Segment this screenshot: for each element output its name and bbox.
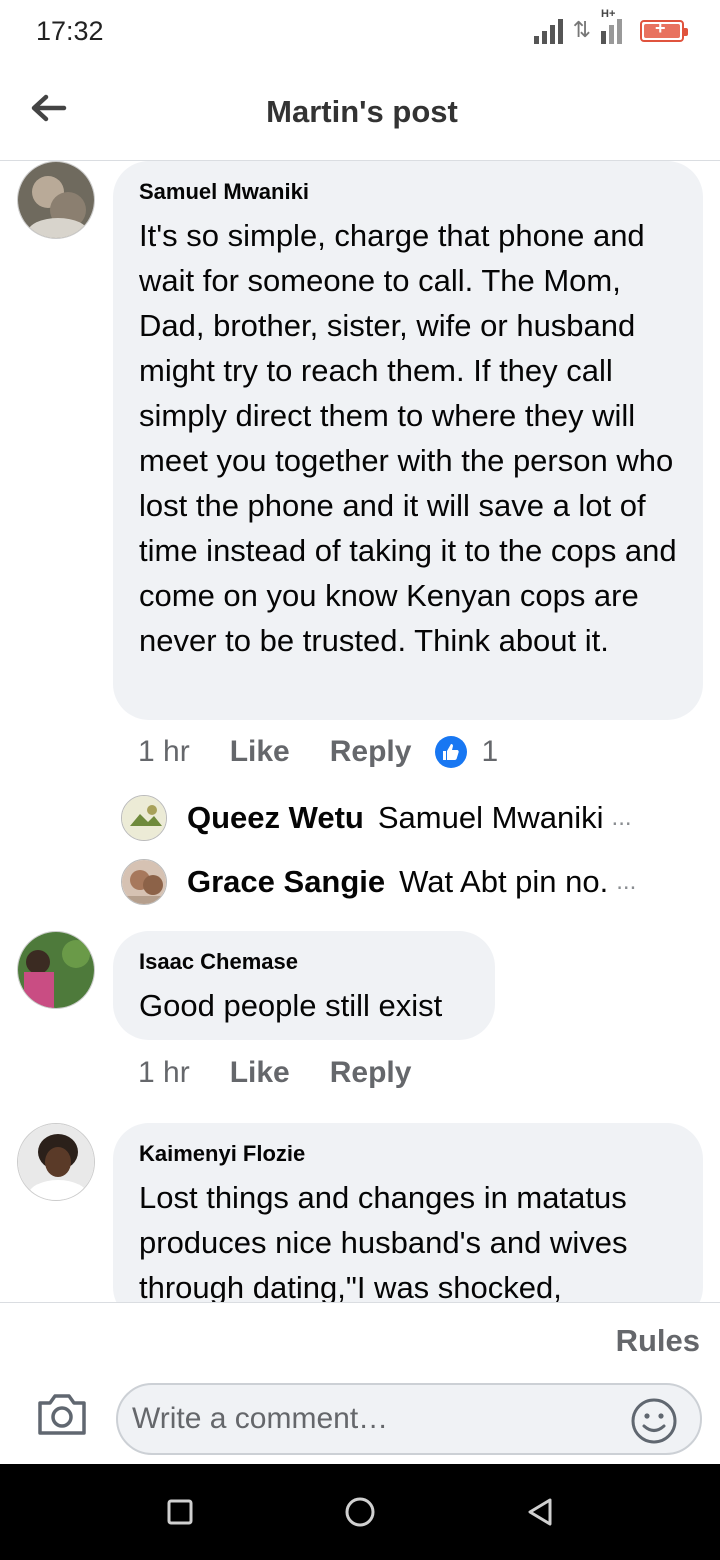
- reply-ellipsis: ...: [616, 868, 637, 895]
- avatar[interactable]: [17, 1123, 95, 1201]
- avatar[interactable]: [17, 931, 95, 1009]
- rules-link[interactable]: Rules: [616, 1323, 700, 1359]
- comment-text: Good people still exist: [139, 988, 443, 1023]
- comment-time: 1 hr: [138, 1056, 190, 1089]
- reply-author: Queez Wetu: [187, 800, 364, 835]
- nav-triangle-icon[interactable]: [524, 1496, 556, 1528]
- signal-icon: [533, 18, 563, 44]
- comment-time: 1 hr: [138, 735, 190, 768]
- like-button[interactable]: Like: [230, 735, 290, 769]
- comment-bubble: Isaac Chemase Good people still exist: [113, 931, 495, 1040]
- comment-text: Lost things and changes in matatus produ…: [139, 1180, 628, 1305]
- comment-composer: Rules Write a comment…: [0, 1302, 720, 1464]
- comment-author[interactable]: Samuel Mwaniki: [139, 179, 677, 205]
- comment-bubble: Kaimenyi Flozie Lost things and changes …: [113, 1123, 703, 1323]
- comment-input[interactable]: Write a comment…: [116, 1383, 702, 1455]
- like-button[interactable]: Like: [230, 1056, 290, 1090]
- nav-square-icon[interactable]: [164, 1496, 196, 1528]
- comment-text: It's so simple, charge that phone and wa…: [139, 218, 677, 658]
- like-reaction-icon: [435, 736, 468, 768]
- emoji-icon[interactable]: [630, 1397, 678, 1445]
- reaction-count: 1: [481, 735, 499, 768]
- post-header: Martin's post: [0, 66, 720, 161]
- page-title: Martin's post: [266, 94, 458, 129]
- comment-bubble: Samuel Mwaniki It's so simple, charge th…: [113, 161, 703, 720]
- avatar[interactable]: [17, 161, 95, 239]
- reply-text: Samuel Mwaniki: [377, 800, 604, 835]
- comment-actions: 1 hr Like Reply: [138, 1056, 411, 1090]
- camera-icon[interactable]: [36, 1391, 88, 1437]
- status-time: 17:32: [36, 16, 104, 46]
- reaction-summary[interactable]: 1: [435, 735, 498, 769]
- system-nav-bar: [0, 1464, 720, 1560]
- status-bar: 17:32 ⇅ H+ +: [0, 0, 720, 66]
- reply-button[interactable]: Reply: [330, 735, 412, 769]
- nav-circle-icon[interactable]: [344, 1496, 376, 1528]
- reply-preview[interactable]: Grace Sangie Wat Abt pin no. ...: [121, 859, 636, 905]
- reply-button[interactable]: Reply: [330, 1056, 412, 1090]
- comment-actions: 1 hr Like Reply 1: [138, 735, 498, 769]
- comment-author[interactable]: Kaimenyi Flozie: [139, 1141, 677, 1167]
- status-icons: ⇅ H+ +: [533, 8, 688, 44]
- comment-input-placeholder: Write a comment…: [132, 1402, 389, 1435]
- reply-ellipsis: ...: [611, 804, 632, 831]
- signal-hplus-icon: H+: [601, 8, 630, 44]
- avatar: [121, 859, 167, 905]
- data-arrows-icon: ⇅: [572, 18, 591, 43]
- reply-author: Grace Sangie: [187, 864, 386, 899]
- reply-text: Wat Abt pin no.: [399, 864, 609, 899]
- comment-author[interactable]: Isaac Chemase: [139, 949, 469, 975]
- reply-preview[interactable]: Queez Wetu Samuel Mwaniki ...: [121, 795, 632, 841]
- battery-icon: +: [640, 18, 688, 42]
- avatar: [121, 795, 167, 841]
